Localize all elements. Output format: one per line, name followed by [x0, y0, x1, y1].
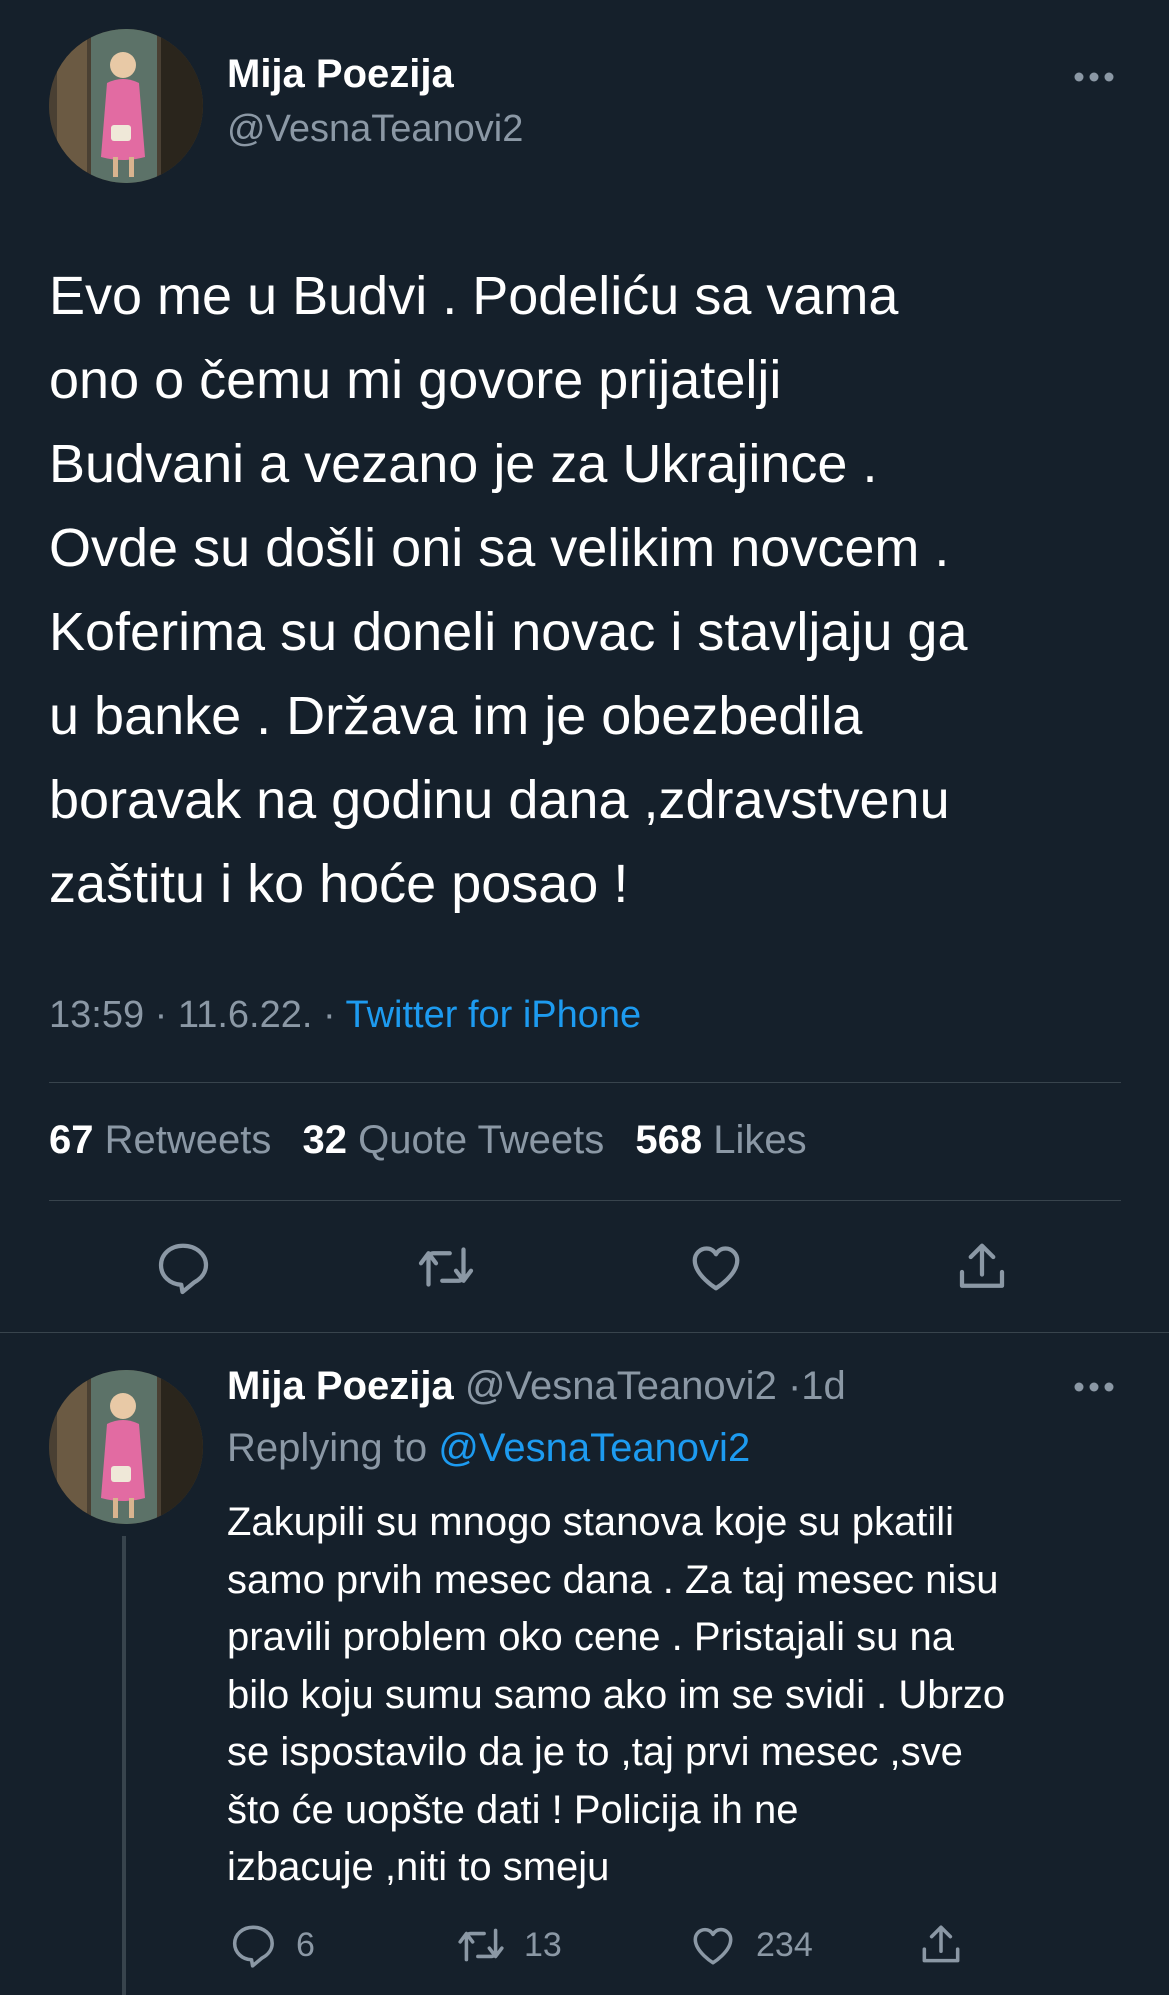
retweet-icon [418, 1247, 474, 1287]
likes-label: Likes [713, 1118, 807, 1162]
reply-author-name[interactable]: Mija Poezija [227, 1364, 454, 1408]
heart-icon [692, 1246, 740, 1291]
meta-separator: · [322, 994, 336, 1036]
reply-button[interactable] [153, 1237, 213, 1297]
tweet-stats: 67 Retweets 32 Quote Tweets 568 Likes [49, 1118, 827, 1163]
quote-tweets-label: Quote Tweets [358, 1118, 605, 1162]
author-name[interactable]: Mija Poezija [227, 52, 454, 97]
reply-share-button[interactable] [916, 1918, 966, 1972]
tweet-text: Evo me u Budvi . Podeliću sa vama ono o … [49, 266, 968, 914]
reply-time[interactable]: 1d [801, 1364, 846, 1408]
share-icon [959, 1243, 1005, 1288]
replying-label: Replying to [227, 1426, 428, 1470]
retweet-button[interactable] [416, 1237, 476, 1297]
tweet-date[interactable]: 11.6.22. [178, 994, 313, 1036]
tweet-time[interactable]: 13:59 [49, 994, 144, 1036]
reply-icon [232, 1925, 274, 1968]
quote-tweets-stat[interactable]: 32 Quote Tweets [303, 1118, 605, 1162]
tweet-meta: 13:59 · 11.6.22. · Twitter for iPhone [49, 994, 641, 1037]
likes-count: 568 [635, 1118, 703, 1162]
retweets-stat[interactable]: 67 Retweets [49, 1118, 271, 1162]
share-icon [922, 1925, 960, 1963]
reply-text: Zakupili su mnogo stanova koje su pkatil… [227, 1500, 1006, 1889]
like-button[interactable] [686, 1237, 746, 1297]
like-count: 234 [756, 1925, 813, 1964]
retweet-icon [458, 1928, 504, 1962]
reply-count: 6 [296, 1925, 315, 1964]
likes-stat[interactable]: 568 Likes [635, 1118, 806, 1162]
more-horizontal-icon[interactable] [1072, 70, 1116, 84]
retweets-count: 67 [49, 1118, 94, 1162]
reply-reply-button[interactable]: 6 [228, 1918, 315, 1972]
divider [49, 1082, 1121, 1083]
share-button[interactable] [952, 1237, 1012, 1297]
tweet-detail-page: Mija Poezija @VesnaTeanovi2 Evo me u Bud… [0, 0, 1169, 1995]
header-separator: · [787, 1364, 802, 1408]
reply-author-handle[interactable]: @VesnaTeanovi2 [465, 1364, 777, 1408]
replying-to: Replying to @VesnaTeanovi2 [227, 1426, 750, 1471]
author-handle[interactable]: @VesnaTeanovi2 [227, 108, 523, 151]
reply-header: Mija Poezija @VesnaTeanovi2 ·1d [227, 1364, 846, 1409]
retweet-count: 13 [524, 1925, 562, 1964]
divider [49, 1200, 1121, 1201]
more-horizontal-icon[interactable] [1072, 1380, 1116, 1394]
retweets-label: Retweets [104, 1118, 272, 1162]
reply-avatar[interactable] [49, 1370, 203, 1524]
tweet-source-link[interactable]: Twitter for iPhone [346, 994, 642, 1036]
avatar[interactable] [49, 29, 203, 183]
reply-like-button[interactable]: 234 [688, 1918, 813, 1972]
heart-icon [693, 1927, 733, 1965]
meta-separator: · [154, 994, 168, 1036]
replying-handle-link[interactable]: @VesnaTeanovi2 [438, 1426, 750, 1470]
divider [0, 1332, 1169, 1333]
reply-retweet-button[interactable]: 13 [456, 1918, 562, 1972]
reply-icon [158, 1243, 209, 1295]
quote-tweets-count: 32 [302, 1118, 348, 1162]
avatar-photo [49, 29, 203, 183]
thread-line [122, 1536, 126, 1995]
avatar-photo [49, 1370, 203, 1524]
